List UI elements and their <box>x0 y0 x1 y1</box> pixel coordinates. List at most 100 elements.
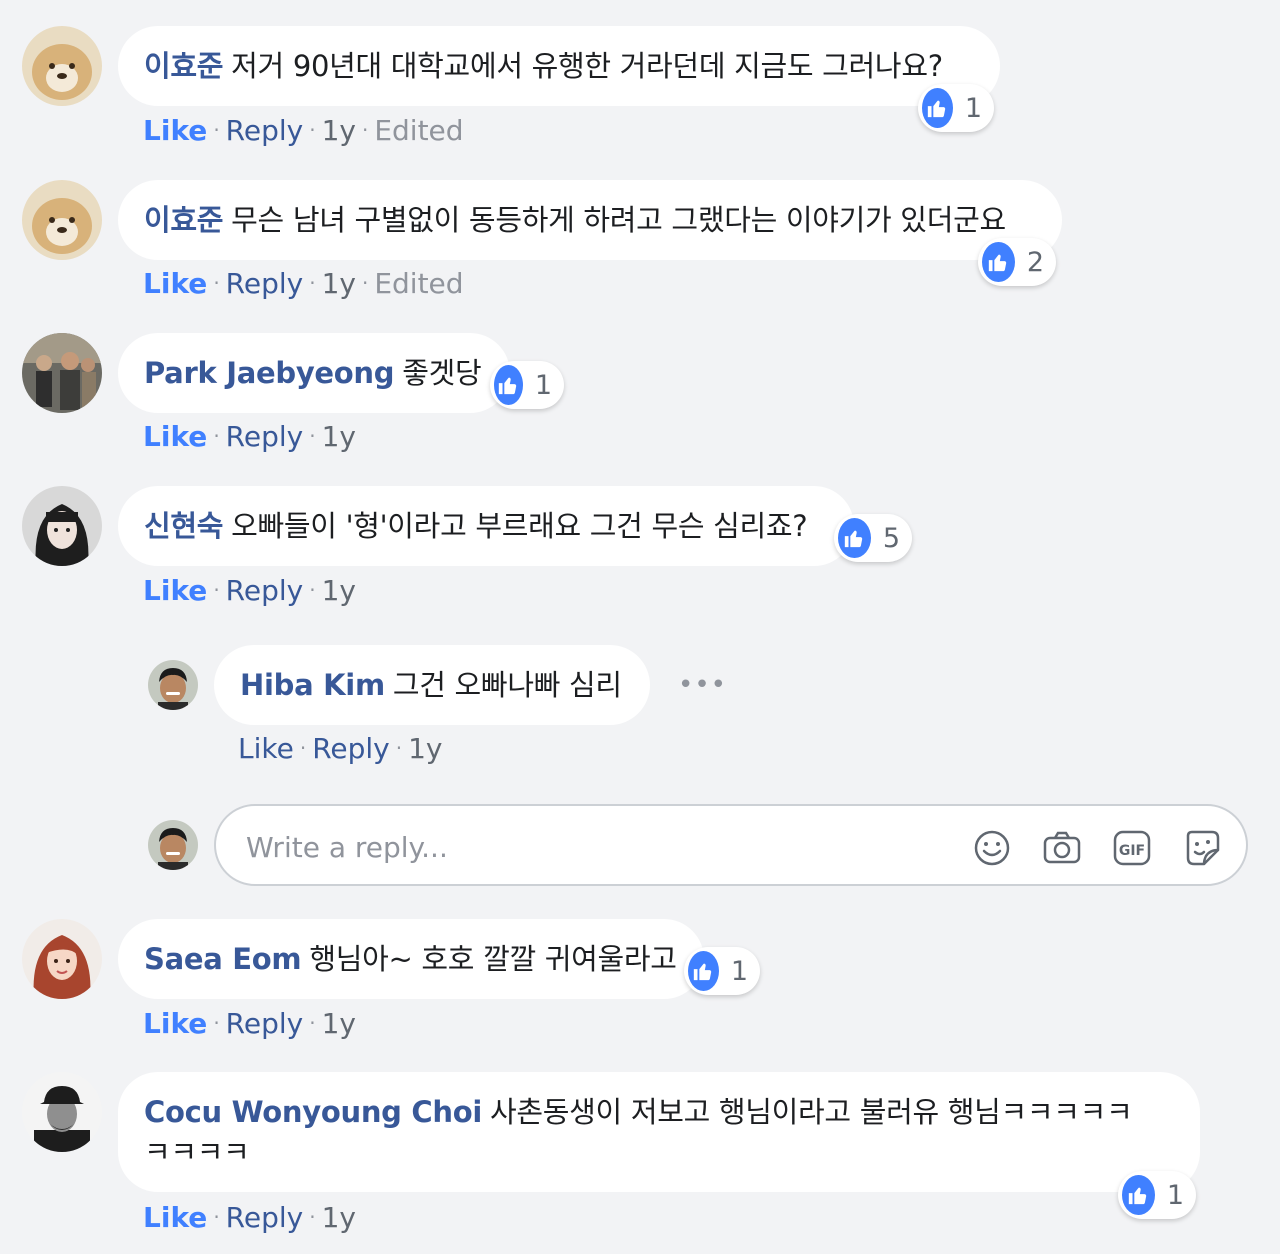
reaction-badge[interactable]: 1 <box>684 947 760 995</box>
avatar[interactable] <box>22 919 102 999</box>
reply-composer[interactable]: GIF <box>214 804 1248 886</box>
timestamp[interactable]: 1y <box>322 1007 356 1040</box>
reply-actions: Like · Reply · 1y <box>238 732 442 765</box>
avatar[interactable] <box>22 26 102 106</box>
comments-thread: 이효준 저거 90년대 대학교에서 유행한 거라던데 지금도 그러나요? 1 Li… <box>0 0 1280 1254</box>
comment-text-continued: ㅋㅋㅋㅋ <box>144 1135 250 1162</box>
reaction-badge[interactable]: 5 <box>834 514 912 562</box>
reaction-count: 1 <box>534 369 552 401</box>
comment-bubble: 신현숙 오빠들이 '형'이라고 부르래요 그건 무슨 심리죠? <box>118 486 854 566</box>
timestamp[interactable]: 1y <box>322 1201 356 1234</box>
avatar[interactable] <box>22 333 102 413</box>
separator-dot: · <box>213 271 220 295</box>
like-link[interactable]: Like <box>238 732 294 765</box>
comment-text: 좋겟당 <box>402 356 482 390</box>
more-options-icon[interactable]: ••• <box>678 670 727 700</box>
timestamp[interactable]: 1y <box>322 420 356 453</box>
like-link[interactable]: Like <box>143 1007 207 1040</box>
reaction-badge[interactable]: 2 <box>978 238 1056 286</box>
reaction-count: 1 <box>964 92 982 124</box>
reply-link[interactable]: Reply <box>226 1201 304 1234</box>
comment-author[interactable]: Park Jaebyeong <box>144 356 395 390</box>
comment-actions: Like · Reply · 1y <box>143 574 356 607</box>
separator-dot: · <box>213 424 220 448</box>
like-link[interactable]: Like <box>143 267 207 300</box>
separator-dot: · <box>213 1205 220 1229</box>
separator-dot: · <box>309 1011 316 1035</box>
comment-text: 오빠들이 '형'이라고 부르래요 그건 무슨 심리죠? <box>231 509 808 543</box>
like-link[interactable]: Like <box>143 574 207 607</box>
sticker-icon[interactable] <box>1182 828 1222 868</box>
reply-link[interactable]: Reply <box>226 267 304 300</box>
avatar[interactable] <box>22 1072 102 1152</box>
current-user-avatar <box>148 820 198 870</box>
comment-text: 행님아~ 호호 깔깔 귀여울라고 <box>309 942 677 976</box>
comment-bubble: 이효준 무슨 남녀 구별없이 동등하게 하려고 그랬다는 이야기가 있더군요 <box>118 180 1062 260</box>
edited-label[interactable]: Edited <box>374 267 463 300</box>
gif-icon[interactable]: GIF <box>1112 828 1152 868</box>
thumbs-up-icon <box>688 951 719 991</box>
reply-link[interactable]: Reply <box>226 1007 304 1040</box>
avatar[interactable] <box>22 180 102 260</box>
comment-author[interactable]: Cocu Wonyoung Choi <box>144 1095 482 1129</box>
like-link[interactable]: Like <box>143 114 207 147</box>
reaction-badge[interactable]: 1 <box>490 361 564 409</box>
reply-bubble: Hiba Kim 그건 오빠나빠 심리 <box>214 645 650 725</box>
comment-actions: Like · Reply · 1y <box>143 420 356 453</box>
separator-dot: · <box>309 271 316 295</box>
like-link[interactable]: Like <box>143 420 207 453</box>
like-link[interactable]: Like <box>143 1201 207 1234</box>
separator-dot: · <box>361 271 369 295</box>
comment-author[interactable]: 신현숙 <box>144 509 223 543</box>
comment-text: 저거 90년대 대학교에서 유행한 거라던데 지금도 그러나요? <box>231 49 943 83</box>
separator-dot: · <box>213 118 220 142</box>
emoji-icon[interactable] <box>972 828 1012 868</box>
separator-dot: · <box>309 118 316 142</box>
comment-actions: Like · Reply · 1y <box>143 1007 356 1040</box>
camera-icon[interactable] <box>1042 828 1082 868</box>
separator-dot: · <box>309 578 316 602</box>
reply-text: 그건 오빠나빠 심리 <box>392 668 622 702</box>
reply-input[interactable] <box>244 824 948 870</box>
timestamp[interactable]: 1y <box>408 732 442 765</box>
separator-dot: · <box>213 1011 220 1035</box>
separator-dot: · <box>395 736 403 760</box>
reply-link[interactable]: Reply <box>226 420 304 453</box>
edited-label[interactable]: Edited <box>374 114 463 147</box>
comment-bubble: 이효준 저거 90년대 대학교에서 유행한 거라던데 지금도 그러나요? <box>118 26 1000 106</box>
thumbs-up-icon <box>982 242 1015 282</box>
comment-author[interactable]: Saea Eom <box>144 942 302 976</box>
reaction-count: 5 <box>882 522 900 554</box>
separator-dot: · <box>309 1205 316 1229</box>
reply-link[interactable]: Reply <box>226 574 304 607</box>
comment-bubble: Saea Eom 행님아~ 호호 깔깔 귀여울라고 <box>118 919 704 999</box>
comment-actions: Like · Reply · 1y · Edited <box>143 114 464 147</box>
avatar[interactable] <box>148 660 198 710</box>
timestamp[interactable]: 1y <box>322 574 356 607</box>
reply-author[interactable]: Hiba Kim <box>240 668 385 702</box>
comment-text: 사촌동생이 저보고 행님이라고 불러유 행님ㅋㅋㅋㅋㅋ <box>490 1095 1133 1129</box>
comment-text: 무슨 남녀 구별없이 동등하게 하려고 그랬다는 이야기가 있더군요 <box>231 203 1006 237</box>
reaction-badge[interactable]: 1 <box>918 84 994 132</box>
comment-author[interactable]: 이효준 <box>144 49 223 83</box>
comment-author[interactable]: 이효준 <box>144 203 223 237</box>
avatar[interactable] <box>22 486 102 566</box>
separator-dot: · <box>299 736 307 760</box>
comment-actions: Like · Reply · 1y <box>143 1201 356 1234</box>
comment-actions: Like · Reply · 1y · Edited <box>143 267 464 300</box>
thumbs-up-icon <box>922 88 953 128</box>
reaction-count: 1 <box>1166 1179 1184 1211</box>
reply-link[interactable]: Reply <box>312 732 390 765</box>
timestamp[interactable]: 1y <box>322 267 356 300</box>
thumbs-up-icon <box>838 518 871 558</box>
thumbs-up-icon <box>1122 1175 1155 1215</box>
thumbs-up-icon <box>494 365 523 405</box>
separator-dot: · <box>361 118 369 142</box>
separator-dot: · <box>309 424 316 448</box>
comment-bubble: Cocu Wonyoung Choi 사촌동생이 저보고 행님이라고 불러유 행님… <box>118 1072 1200 1192</box>
comment-bubble: Park Jaebyeong 좋겟당 <box>118 333 510 413</box>
reaction-count: 2 <box>1026 246 1044 278</box>
reaction-badge[interactable]: 1 <box>1118 1171 1196 1219</box>
reply-link[interactable]: Reply <box>226 114 304 147</box>
timestamp[interactable]: 1y <box>322 114 356 147</box>
